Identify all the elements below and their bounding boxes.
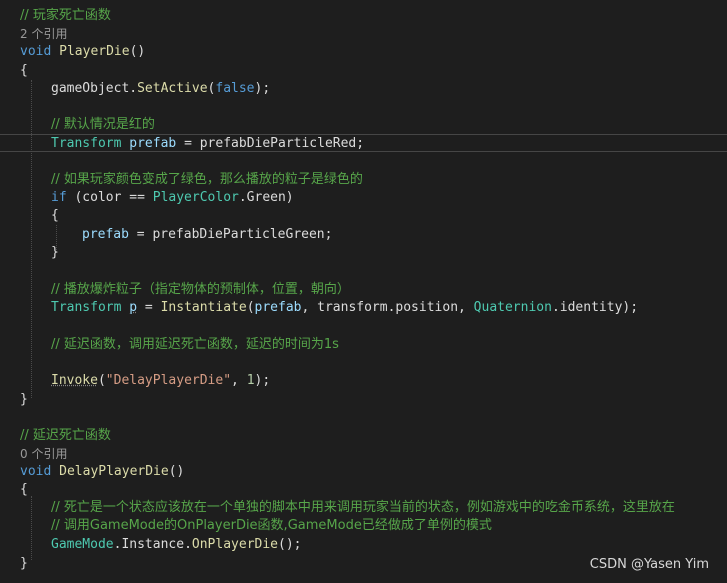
code-comment: // 播放爆炸粒子（指定物体的预制体，位置，朝向） <box>51 282 350 297</box>
code-line-method-signature: void DelayPlayerDie() <box>20 463 184 481</box>
method-name: Instantiate <box>160 300 247 315</box>
code-brace: } <box>20 392 28 407</box>
string-literal: "DelayPlayerDie" <box>105 373 232 388</box>
code-token: , transform.position, <box>301 300 474 315</box>
code-token: () <box>129 44 146 59</box>
keyword: if <box>51 190 67 205</box>
code-comment: // 默认情况是红的 <box>51 117 155 132</box>
code-token: .identity); <box>551 300 639 315</box>
code-token: , <box>231 373 247 388</box>
code-line: Invoke("DelayPlayerDie", 1); <box>51 372 270 390</box>
number-literal: 1 <box>246 373 255 388</box>
code-token: (); <box>278 537 302 552</box>
code-token: () <box>168 464 185 479</box>
code-line: if (color == PlayerColor.Green) <box>51 189 294 207</box>
code-line: prefab = prefabDieParticleGreen; <box>82 226 332 244</box>
code-line: GameMode.Instance.OnPlayerDie(); <box>51 536 301 554</box>
code-comment: // 延迟死亡函数 <box>20 428 111 443</box>
code-brace: } <box>51 245 59 260</box>
code-token: = prefabDieParticleRed; <box>176 136 365 151</box>
type-name: Quaternion <box>473 300 552 315</box>
code-comment: // 延迟函数，调用延迟死亡函数，延迟的时间为1s <box>51 337 339 352</box>
method-name: DelayPlayerDie <box>59 464 169 479</box>
keyword: false <box>215 81 255 96</box>
reference-count-link[interactable]: 0 个引用 <box>20 445 67 463</box>
type-name: Transform <box>51 300 122 315</box>
method-name: OnPlayerDie <box>191 537 278 552</box>
code-token: ); <box>254 81 271 96</box>
method-name: PlayerDie <box>59 44 130 59</box>
code-line-method-signature: void PlayerDie() <box>20 43 145 61</box>
code-brace: { <box>20 63 28 78</box>
keyword: void <box>20 464 52 479</box>
code-brace: { <box>51 208 59 223</box>
indent-guide <box>31 80 32 398</box>
reference-count-link[interactable]: 2 个引用 <box>20 25 67 43</box>
code-token: ( <box>246 300 255 315</box>
method-name: SetActive <box>137 81 208 96</box>
code-editor[interactable]: // 玩家死亡函数 2 个引用 void PlayerDie() { gameO… <box>0 0 727 583</box>
code-comment: // 调用GameMode的OnPlayerDie函数,GameMode已经做成… <box>51 518 492 533</box>
code-token: .Green) <box>238 190 294 205</box>
variable-name: prefab <box>82 227 129 242</box>
code-line: gameObject.SetActive(false); <box>51 80 270 98</box>
code-comment: // 玩家死亡函数 <box>20 8 111 23</box>
code-token: .Instance. <box>113 537 192 552</box>
code-comment: // 死亡是一个状态应该放在一个单独的脚本中用来调用玩家当前的状态，例如游戏中的… <box>51 500 675 515</box>
code-brace: } <box>20 556 28 571</box>
watermark: CSDN @Yasen Yim <box>587 557 711 572</box>
code-token: gameObject. <box>51 81 138 96</box>
indent-guide <box>31 496 32 560</box>
code-token: = prefabDieParticleGreen; <box>128 227 333 242</box>
keyword: void <box>20 44 52 59</box>
type-name: GameMode <box>51 537 114 552</box>
method-name: Invoke <box>51 373 98 388</box>
code-line: Transform p = Instantiate(prefab, transf… <box>51 299 638 317</box>
type-name: PlayerColor <box>152 190 239 205</box>
code-token: ); <box>254 373 271 388</box>
variable-name: p <box>129 300 138 315</box>
code-brace: { <box>20 482 28 497</box>
code-line: Transform prefab = prefabDieParticleRed; <box>51 135 364 153</box>
variable-name: prefab <box>254 300 302 315</box>
variable-name: prefab <box>129 136 177 151</box>
type-name: Transform <box>51 136 122 151</box>
code-comment: // 如果玩家颜色变成了绿色，那么播放的粒子是绿色的 <box>51 172 363 187</box>
code-token: ( <box>97 373 106 388</box>
code-token: = <box>137 300 161 315</box>
code-token: (color == <box>66 190 153 205</box>
